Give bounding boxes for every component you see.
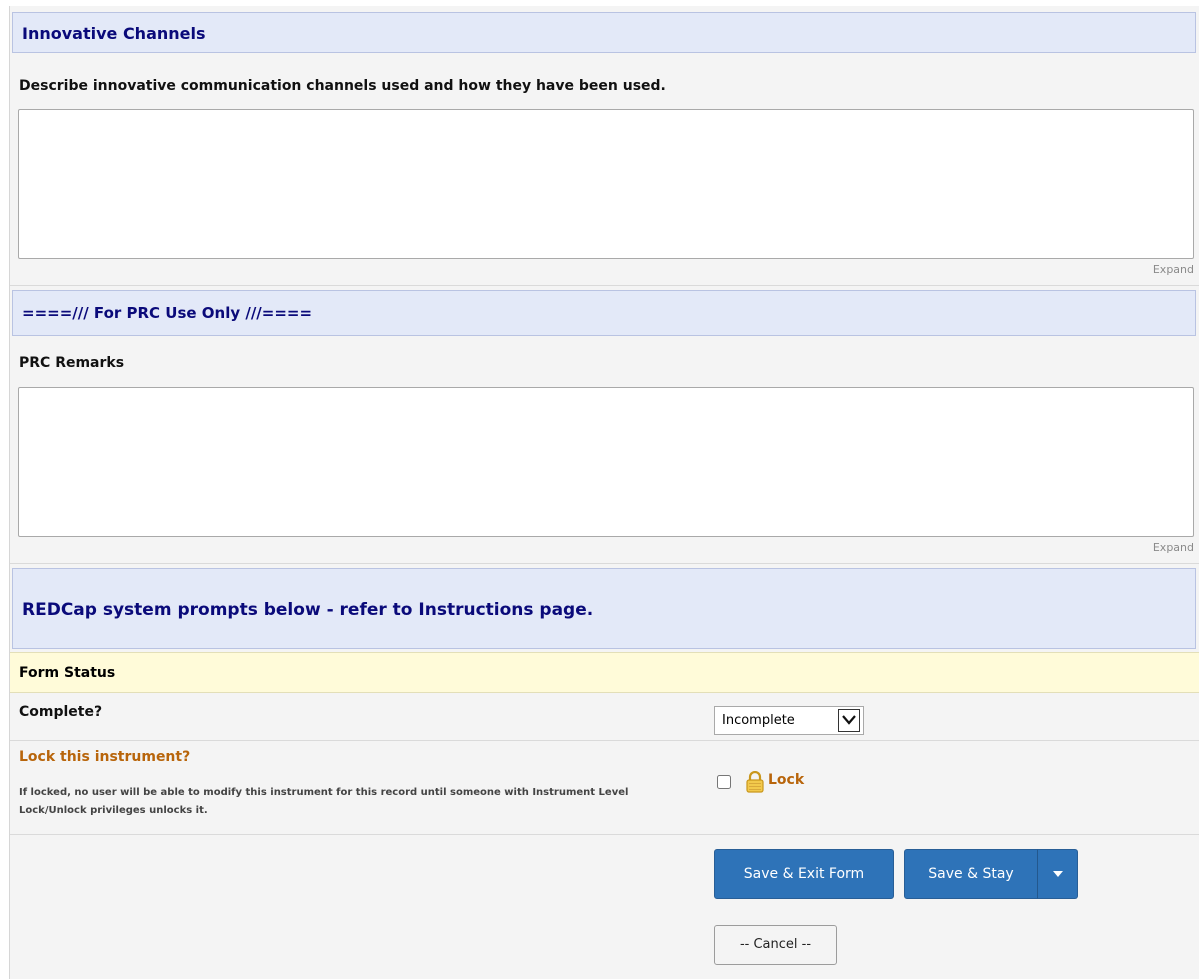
prc-remarks-textarea[interactable] <box>18 387 1194 537</box>
caret-down-icon <box>1053 871 1063 877</box>
section-header-prc-use-only: ====/// For PRC Use Only ///==== <box>12 290 1196 336</box>
section-header-title: ====/// For PRC Use Only ///==== <box>22 304 313 322</box>
chevron-down-icon[interactable] <box>838 709 860 732</box>
section-header-system-prompts: REDCap system prompts below - refer to I… <box>12 568 1196 649</box>
complete-status-value: Incomplete <box>722 713 795 728</box>
save-exit-form-button[interactable]: Save & Exit Form <box>714 849 894 899</box>
redcap-form: Innovative Channels Describe innovative … <box>9 6 1199 979</box>
section-header-innovative-channels: Innovative Channels <box>12 12 1196 53</box>
expand-link[interactable]: Expand <box>1153 263 1194 276</box>
cancel-button[interactable]: -- Cancel -- <box>714 925 837 965</box>
lock-icon <box>745 770 765 797</box>
form-status-header: Form Status <box>10 652 1199 693</box>
save-stay-button[interactable]: Save & Stay <box>904 849 1038 899</box>
section-header-title: Innovative Channels <box>22 24 206 43</box>
divider <box>10 285 1199 286</box>
question-prc-remarks: PRC Remarks <box>19 355 125 371</box>
divider <box>10 563 1199 564</box>
divider <box>10 740 1199 741</box>
lock-checkbox[interactable] <box>717 775 731 789</box>
expand-link[interactable]: Expand <box>1153 541 1194 554</box>
question-innovative-channels: Describe innovative communication channe… <box>19 78 666 94</box>
save-options-dropdown-button[interactable] <box>1037 849 1078 899</box>
complete-label: Complete? <box>19 704 103 720</box>
form-status-title: Form Status <box>19 665 116 681</box>
innovative-channels-textarea[interactable] <box>18 109 1194 259</box>
lock-checkbox-label[interactable]: Lock <box>768 772 804 788</box>
section-header-title: REDCap system prompts below - refer to I… <box>22 600 594 620</box>
lock-instrument-description: If locked, no user will be able to modif… <box>19 787 629 816</box>
divider <box>10 834 1199 835</box>
complete-status-select[interactable]: Incomplete <box>714 706 864 735</box>
lock-instrument-label: Lock this instrument? <box>19 749 191 765</box>
